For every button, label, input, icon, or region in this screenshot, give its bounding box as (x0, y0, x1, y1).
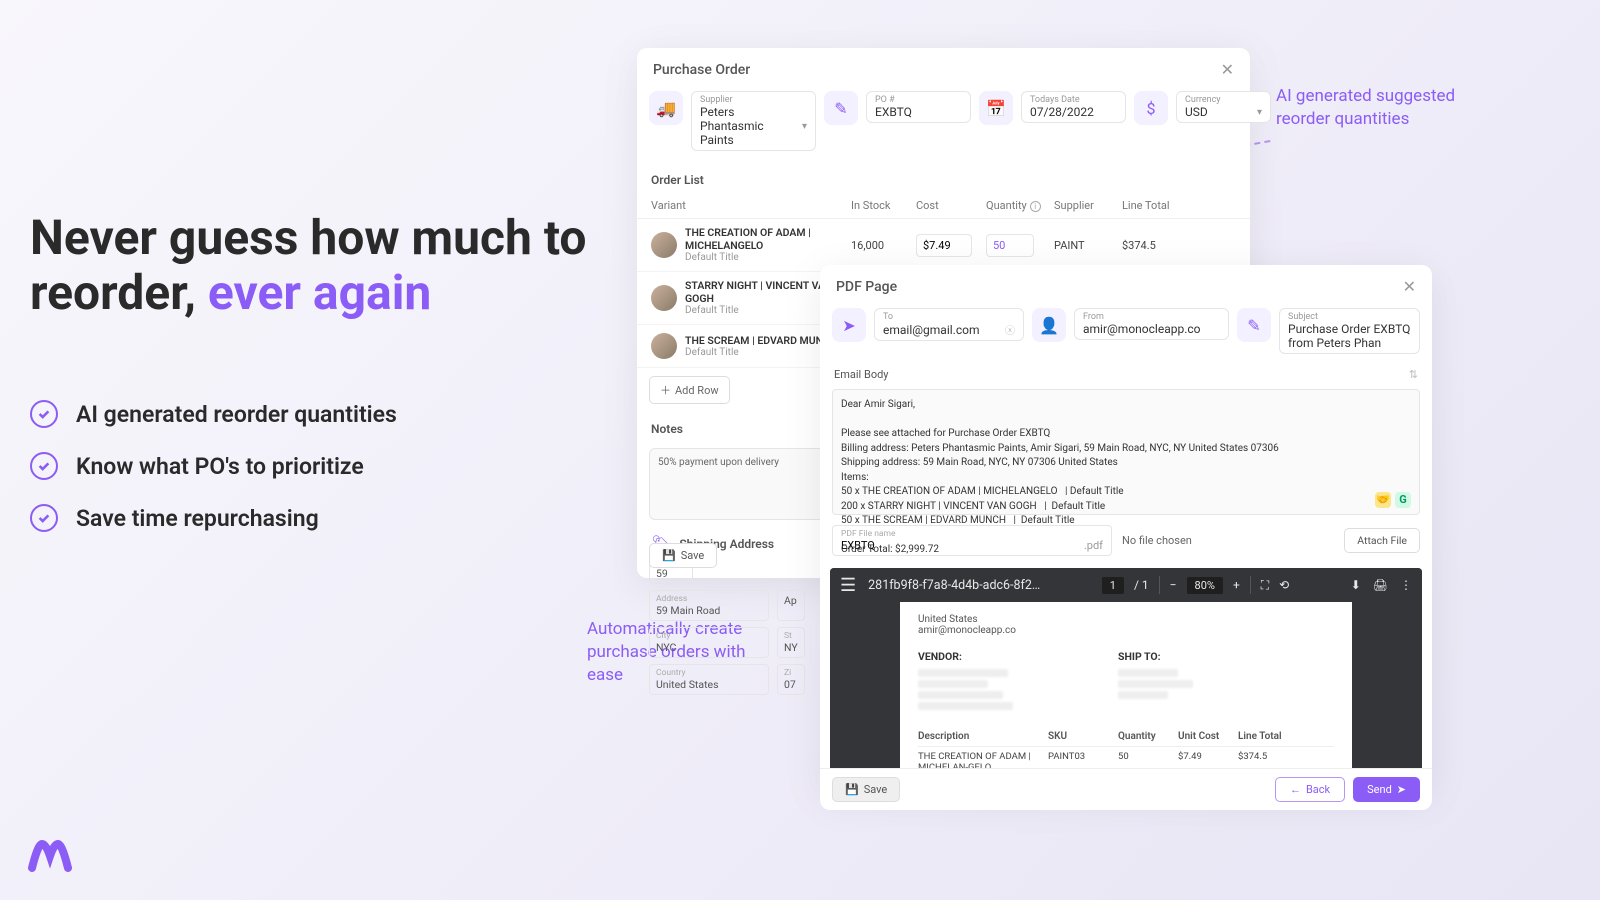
brand-logo (28, 840, 72, 872)
from-input[interactable]: Fromamir@monocleapp.co (1074, 308, 1229, 340)
pdf-table-header: DescriptionSKUQuantityUnit CostLine Tota… (918, 727, 1334, 747)
headline: Never guess how much to reorder, ever ag… (30, 210, 590, 320)
save-button[interactable]: 💾Save (832, 777, 900, 802)
benefit-item: AI generated reorder quantities (30, 400, 590, 428)
attach-file-button[interactable]: Attach File (1344, 528, 1420, 553)
rotate-icon[interactable]: ⟲ (1279, 578, 1289, 592)
page-count: / 1 (1134, 578, 1149, 592)
page-input[interactable]: 1 (1102, 577, 1124, 594)
save-icon: 💾 (662, 549, 676, 562)
benefit-item: Save time repurchasing (30, 504, 590, 532)
zoom-in-icon[interactable]: + (1233, 578, 1240, 592)
send-button[interactable]: Send➤ (1353, 777, 1420, 802)
pdf-page-card: PDF Page ✕ ➤ Toemail@gmail.comⓧ 👤 Fromami… (820, 265, 1432, 793)
save-icon: 💾 (845, 783, 859, 796)
download-icon[interactable]: ⬇ (1351, 578, 1361, 592)
back-button[interactable]: ←Back (1275, 777, 1345, 802)
pdf-viewer: ☰ 281fb9f8-f7a8-4d4b-adc6-8f2… 1 / 1 − 8… (830, 568, 1422, 768)
send-icon: ➤ (832, 308, 866, 342)
apt-input[interactable]: Ap (777, 590, 805, 621)
country-input[interactable]: CountryUnited States (649, 664, 769, 695)
no-file-text: No file chosen (1122, 534, 1334, 547)
pdf-filename: 281fb9f8-f7a8-4d4b-adc6-8f2… (868, 578, 1040, 593)
address-input[interactable]: Address59 Main Road (649, 590, 769, 621)
pdf-table-row: THE CREATION OF ADAM | MICHELAN-GELODefa… (918, 747, 1334, 768)
state-input[interactable]: StNY (777, 627, 805, 658)
zip-input[interactable]: Zi07 (777, 664, 805, 695)
email-body-label: Email Body (834, 368, 889, 381)
product-thumb (651, 232, 677, 258)
add-row-button[interactable]: ＋Add Row (649, 376, 730, 404)
clear-icon[interactable]: ⓧ (1005, 322, 1015, 337)
more-icon[interactable]: ⋮ (1400, 578, 1412, 592)
edit-icon[interactable]: ✎ (1237, 308, 1271, 342)
check-icon (30, 400, 58, 428)
person-icon: 👤 (1032, 308, 1066, 342)
expand-icon[interactable]: ⇅ (1409, 368, 1418, 381)
table-header: VariantIn StockCostQuantityiSupplierLine… (637, 193, 1250, 219)
truck-icon: 🚚 (649, 91, 683, 125)
date-input[interactable]: Todays Date07/28/2022 (1021, 91, 1126, 123)
card-title: PDF Page (836, 279, 897, 295)
cost-input[interactable] (916, 234, 972, 257)
close-icon[interactable]: ✕ (1221, 60, 1234, 79)
card-title: Purchase Order (653, 62, 750, 78)
product-thumb (651, 333, 677, 359)
order-list-heading: Order List (637, 163, 1250, 193)
info-icon[interactable]: i (1030, 201, 1041, 212)
chevron-down-icon: ▾ (802, 121, 807, 132)
arrow-left-icon: ← (1290, 783, 1301, 796)
save-button[interactable]: 💾Save (649, 543, 717, 568)
send-icon: ➤ (1397, 783, 1406, 796)
benefit-item: Know what PO's to prioritize (30, 452, 590, 480)
print-icon[interactable]: 🖨 (1373, 578, 1388, 592)
annotation-top: AI generated suggested reorder quantitie… (1276, 85, 1476, 131)
shipto-heading: SHIP TO: (1118, 650, 1238, 663)
check-icon (30, 452, 58, 480)
product-thumb (651, 285, 677, 311)
edit-icon[interactable]: ✎ (824, 91, 858, 125)
grammarly-icon[interactable]: G (1395, 492, 1411, 508)
plus-icon: ＋ (660, 382, 671, 398)
to-input[interactable]: Toemail@gmail.comⓧ (874, 308, 1024, 341)
subject-input[interactable]: SubjectPurchase Order EXBTQ from Peters … (1279, 308, 1420, 354)
calendar-icon: 📅 (979, 91, 1013, 125)
supplier-select[interactable]: SupplierPeters Phantasmic Paints▾ (691, 91, 816, 151)
dollar-icon: $ (1134, 91, 1168, 125)
fit-icon[interactable]: ⛶ (1261, 578, 1269, 593)
vendor-heading: VENDOR: (918, 650, 1038, 663)
city-input[interactable]: CityNYC (649, 627, 769, 658)
chevron-down-icon: ▾ (1257, 107, 1262, 118)
quantity-input[interactable] (986, 234, 1034, 257)
email-body-textarea[interactable]: Dear Amir Sigari, Please see attached fo… (832, 389, 1420, 515)
close-icon[interactable]: ✕ (1403, 277, 1416, 296)
zoom-out-icon[interactable]: − (1170, 578, 1177, 592)
menu-icon[interactable]: ☰ (840, 575, 856, 596)
emoji-icon[interactable]: 🤝 (1375, 492, 1391, 508)
po-number-input[interactable]: PO #EXBTQ (866, 91, 971, 123)
check-icon (30, 504, 58, 532)
zoom-level[interactable]: 80% (1187, 577, 1223, 594)
currency-select[interactable]: CurrencyUSD▾ (1176, 91, 1271, 123)
